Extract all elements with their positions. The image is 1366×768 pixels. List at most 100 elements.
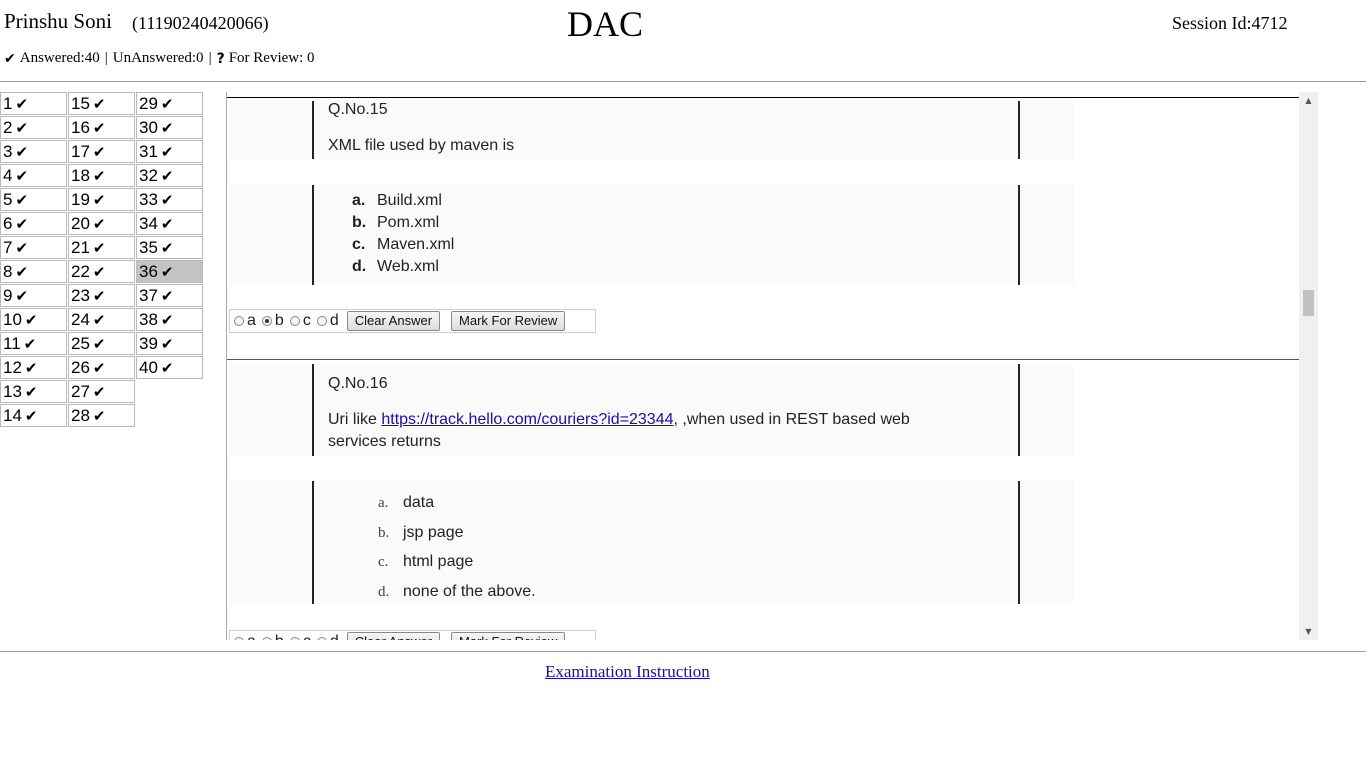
question-nav-15[interactable]: 15 ✔ — [68, 92, 135, 115]
question-nav-3[interactable]: 3 ✔ — [0, 140, 67, 163]
question-nav-10[interactable]: 10 ✔ — [0, 308, 67, 331]
radio-circle-icon[interactable] — [261, 637, 272, 640]
question-nav-11[interactable]: 11 ✔ — [0, 332, 67, 355]
answer-radio-b[interactable]: b — [261, 633, 284, 640]
check-icon: ✔ — [92, 119, 106, 137]
question-nav-number: 3 — [3, 142, 13, 161]
question-16-link[interactable]: https://track.hello.com/couriers?id=2334… — [381, 411, 673, 428]
option-letter: d. — [352, 258, 367, 275]
question-nav-40[interactable]: 40 ✔ — [136, 356, 203, 379]
question-nav-5[interactable]: 5 ✔ — [0, 188, 67, 211]
radio-circle-icon[interactable] — [234, 316, 244, 326]
question-nav-12[interactable]: 12 ✔ — [0, 356, 67, 379]
check-icon: ✔ — [15, 287, 29, 305]
examination-instruction-link[interactable]: Examination Instruction — [545, 662, 710, 682]
question-nav-33[interactable]: 33 ✔ — [136, 188, 203, 211]
radio-circle-icon[interactable] — [316, 316, 327, 326]
question-nav-13[interactable]: 13 ✔ — [0, 380, 67, 403]
question-nav-31[interactable]: 31 ✔ — [136, 140, 203, 163]
question-nav-2[interactable]: 2 ✔ — [0, 116, 67, 139]
option-text: html page — [403, 553, 474, 570]
answer-radio-d[interactable]: d — [316, 312, 339, 330]
question-nav-number: 2 — [3, 118, 13, 137]
question-nav-22[interactable]: 22 ✔ — [68, 260, 135, 283]
question-nav-7[interactable]: 7 ✔ — [0, 236, 67, 259]
answer-radio-b[interactable]: b — [261, 312, 284, 330]
panel-scrollbar[interactable]: ▲ ▼ — [1299, 92, 1318, 640]
question-nav-30[interactable]: 30 ✔ — [136, 116, 203, 139]
option-item: b. jsp page — [378, 523, 536, 553]
question-nav-35[interactable]: 35 ✔ — [136, 236, 203, 259]
question-16-text: Uri like https://track.hello.com/courier… — [328, 409, 968, 453]
answer-radio-c[interactable]: c — [289, 312, 311, 330]
question-nav-number: 11 — [3, 334, 21, 353]
question-right-border — [1018, 101, 1020, 159]
question-nav-36[interactable]: 36 ✔ — [136, 260, 203, 283]
radio-circle-icon[interactable] — [234, 637, 244, 640]
question-nav-9[interactable]: 9 ✔ — [0, 284, 67, 307]
check-icon: ✔ — [92, 239, 106, 257]
question-nav-number: 21 — [71, 238, 90, 257]
radio-label: c — [303, 633, 311, 640]
answer-radio-c[interactable]: c — [289, 633, 311, 640]
options-left-border — [312, 185, 314, 285]
question-nav-number: 24 — [71, 310, 90, 329]
scroll-down-arrow-icon[interactable]: ▼ — [1299, 623, 1318, 640]
answer-radio-a[interactable]: a — [234, 633, 256, 640]
question-nav-17[interactable]: 17 ✔ — [68, 140, 135, 163]
mark-for-review-button[interactable]: Mark For Review — [451, 311, 566, 331]
question-nav-number: 15 — [71, 94, 90, 113]
question-16-options: a. data b. jsp page c. html page d. none of the… — [378, 493, 536, 611]
candidate-name: Prinshu Soni — [4, 9, 112, 33]
answer-stats: ✔ Answered:40 | UnAnswered:0 | ? For Rev… — [4, 50, 315, 67]
radio-circle-icon[interactable] — [289, 637, 300, 640]
question-nav-21[interactable]: 21 ✔ — [68, 236, 135, 259]
question-nav-number: 31 — [139, 142, 158, 161]
panel-top-border — [227, 97, 1300, 98]
question-nav-number: 5 — [3, 190, 13, 209]
question-nav-16[interactable]: 16 ✔ — [68, 116, 135, 139]
scroll-up-arrow-icon[interactable]: ▲ — [1299, 92, 1318, 109]
question-panel[interactable]: Q.No.15 XML file used by maven is a. Buil… — [226, 92, 1319, 640]
check-icon: ✔ — [92, 407, 106, 425]
question-nav-25[interactable]: 25 ✔ — [68, 332, 135, 355]
clear-answer-button[interactable]: Clear Answer — [346, 311, 441, 331]
question-nav-26[interactable]: 26 ✔ — [68, 356, 135, 379]
candidate-id: (11190240420066) — [132, 13, 269, 33]
question-nav-6[interactable]: 6 ✔ — [0, 212, 67, 235]
radio-label: d — [329, 312, 339, 329]
question-nav-1[interactable]: 1 ✔ — [0, 92, 67, 115]
check-icon: ✔ — [160, 215, 174, 233]
question-nav-18[interactable]: 18 ✔ — [68, 164, 135, 187]
option-letter: a. — [352, 192, 366, 209]
clear-answer-button[interactable]: Clear Answer — [346, 632, 441, 640]
question-nav-4[interactable]: 4 ✔ — [0, 164, 67, 187]
question-nav-23[interactable]: 23 ✔ — [68, 284, 135, 307]
question-nav-32[interactable]: 32 ✔ — [136, 164, 203, 187]
scroll-thumb[interactable] — [1303, 290, 1314, 316]
question-nav-14[interactable]: 14 ✔ — [0, 404, 67, 427]
question-nav-number: 17 — [71, 142, 90, 161]
question-nav-39[interactable]: 39 ✔ — [136, 332, 203, 355]
radio-circle-icon[interactable] — [289, 316, 300, 326]
option-text: Pom.xml — [377, 214, 440, 231]
question-nav-34[interactable]: 34 ✔ — [136, 212, 203, 235]
question-nav-29[interactable]: 29 ✔ — [136, 92, 203, 115]
answer-radio-a[interactable]: a — [234, 312, 256, 330]
question-nav-19[interactable]: 19 ✔ — [68, 188, 135, 211]
check-icon: ✔ — [4, 50, 16, 67]
question-nav-28[interactable]: 28 ✔ — [68, 404, 135, 427]
radio-circle-icon[interactable] — [261, 316, 272, 326]
check-icon: ✔ — [160, 191, 174, 209]
check-icon: ✔ — [92, 359, 106, 377]
answer-radio-d[interactable]: d — [316, 633, 339, 640]
question-nav-8[interactable]: 8 ✔ — [0, 260, 67, 283]
check-icon: ✔ — [160, 335, 174, 353]
question-nav-20[interactable]: 20 ✔ — [68, 212, 135, 235]
question-nav-27[interactable]: 27 ✔ — [68, 380, 135, 403]
question-nav-38[interactable]: 38 ✔ — [136, 308, 203, 331]
radio-circle-icon[interactable] — [316, 637, 327, 640]
question-nav-37[interactable]: 37 ✔ — [136, 284, 203, 307]
mark-for-review-button[interactable]: Mark For Review — [451, 632, 566, 640]
question-nav-24[interactable]: 24 ✔ — [68, 308, 135, 331]
